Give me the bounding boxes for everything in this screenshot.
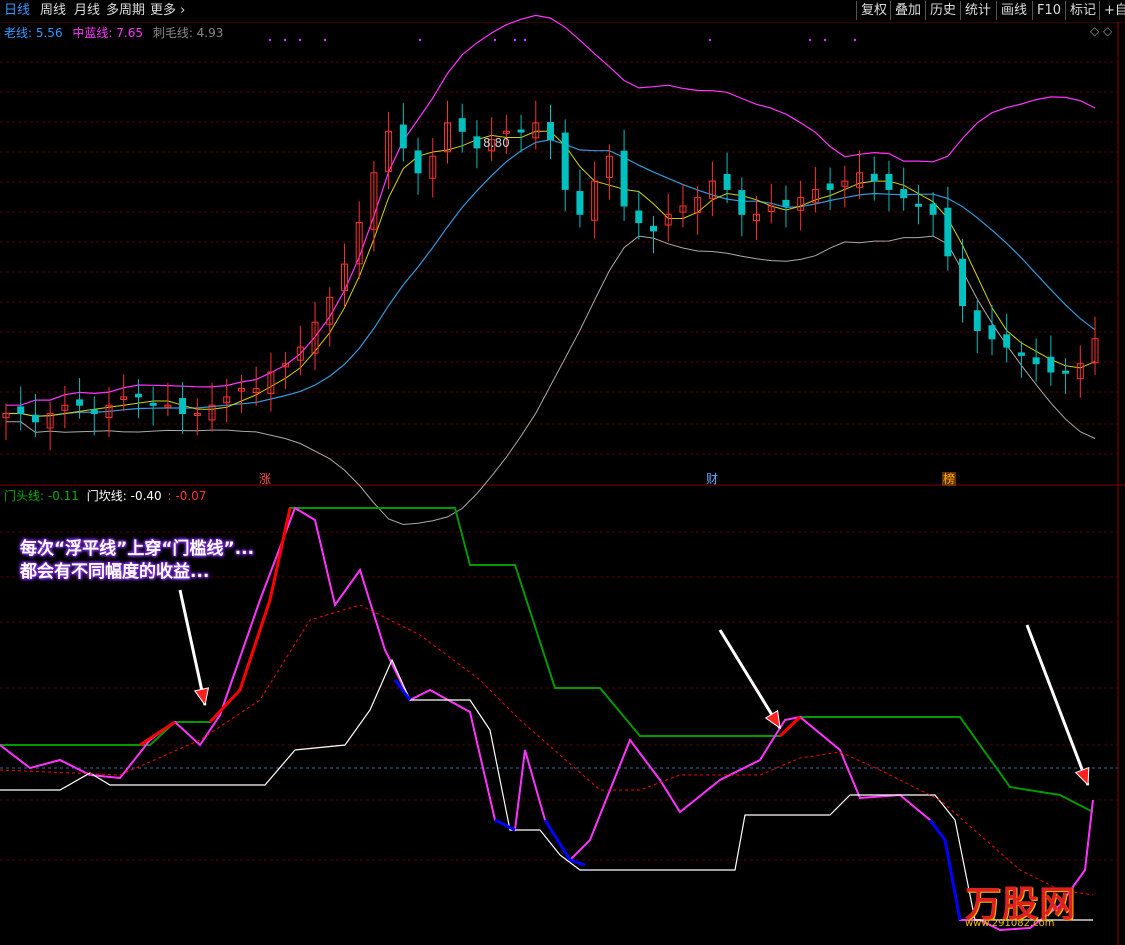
signal-dot [808, 38, 812, 42]
annotation-line-2: 都会有不同幅度的收益... [20, 562, 210, 582]
signal-dot [268, 38, 272, 42]
candle-body [1032, 357, 1040, 365]
lower-band-line [6, 235, 1096, 526]
candle-body [738, 190, 746, 215]
candle-body [885, 173, 893, 190]
candle-body [620, 150, 628, 207]
annotation-line-1: 每次“浮平线”上穿“门槛线”... [20, 539, 255, 559]
short-ma-line [6, 130, 1096, 417]
cimao-value: 刺毛线: 4.93 [152, 26, 224, 40]
signal-dot [708, 38, 712, 42]
event-marker-cai[interactable]: 财 [705, 472, 719, 486]
mid-blue-line [6, 138, 1096, 417]
candle-body [76, 399, 84, 406]
top-legend: 老线: 5.56 中蓝线: 7.65 刺毛线: 4.93 [4, 24, 223, 41]
high-price-label: 8.80 [483, 136, 510, 150]
diamond-icon[interactable]: ◇ ◇ [1090, 24, 1112, 38]
signal-dot [513, 38, 517, 42]
candle-body [826, 183, 834, 190]
signal-dot [823, 38, 827, 42]
diff-value: : -0.07 [167, 489, 207, 503]
candle-body [900, 189, 908, 199]
signal-dot [493, 38, 497, 42]
arrow-shaft-1 [718, 629, 782, 729]
candle-body [650, 225, 658, 232]
candle-body [988, 325, 996, 340]
arrow-head-icon [1074, 766, 1090, 787]
blue-highlight-1 [494, 818, 516, 832]
signal-dot [298, 38, 302, 42]
candle-body [1062, 370, 1070, 374]
lao-line-value: 老线: 5.56 [4, 26, 63, 40]
event-marker-bang[interactable]: 榜 [942, 472, 956, 486]
signal-dashed-line [0, 604, 1094, 896]
candle-body [90, 409, 98, 414]
signal-dot [283, 38, 287, 42]
candle-body [473, 136, 481, 149]
bottom-legend: 门头线: -0.11 门坎线: -0.40 : -0.07 [4, 487, 206, 504]
candle-body [17, 406, 25, 414]
candle-body [1047, 356, 1055, 373]
candle-body [1017, 352, 1025, 356]
arrow-head-icon [764, 709, 781, 730]
candle-body [134, 393, 142, 398]
candle-body [31, 414, 39, 423]
candle-body [914, 203, 922, 207]
candle-body [959, 258, 967, 307]
menkan-value: 门坎线: -0.40 [86, 489, 162, 503]
candle-body [1003, 334, 1011, 348]
event-marker-zhang[interactable]: 涨 [258, 472, 272, 486]
candle-body [782, 199, 790, 207]
candle-body [576, 191, 584, 215]
signal-dot [523, 38, 527, 42]
candle-body [458, 118, 466, 132]
threshold-white-line [0, 658, 1093, 921]
signal-dot [323, 38, 327, 42]
chart-canvas[interactable] [0, 0, 1125, 945]
red-highlight-1 [139, 720, 176, 747]
candle-body [399, 124, 407, 149]
arrow-shaft-2 [1025, 624, 1090, 786]
mid-blue-value: 中蓝线: 7.65 [72, 26, 143, 40]
annotation-text: 每次“浮平线”上穿“门槛线”... 都会有不同幅度的收益... [20, 538, 254, 584]
mentou-value: 门头线: -0.11 [4, 489, 79, 503]
candle-body [944, 207, 952, 257]
candle-body [179, 398, 187, 414]
candle-body [517, 129, 525, 133]
signal-dot [418, 38, 422, 42]
watermark-url: www.291082.com [965, 918, 1055, 929]
candle-body [547, 122, 554, 141]
candle-body [929, 203, 937, 215]
candle-body [723, 173, 731, 190]
signal-dot [853, 38, 857, 42]
candle-body [561, 132, 569, 190]
candlesticks [2, 100, 1099, 451]
candle-body [414, 150, 422, 174]
blue-highlight-3 [928, 819, 962, 921]
candle-body [870, 173, 878, 182]
candle-body [149, 402, 157, 406]
candle-body [635, 210, 643, 224]
candle-body [973, 310, 981, 332]
arrow-head-icon [193, 687, 210, 707]
